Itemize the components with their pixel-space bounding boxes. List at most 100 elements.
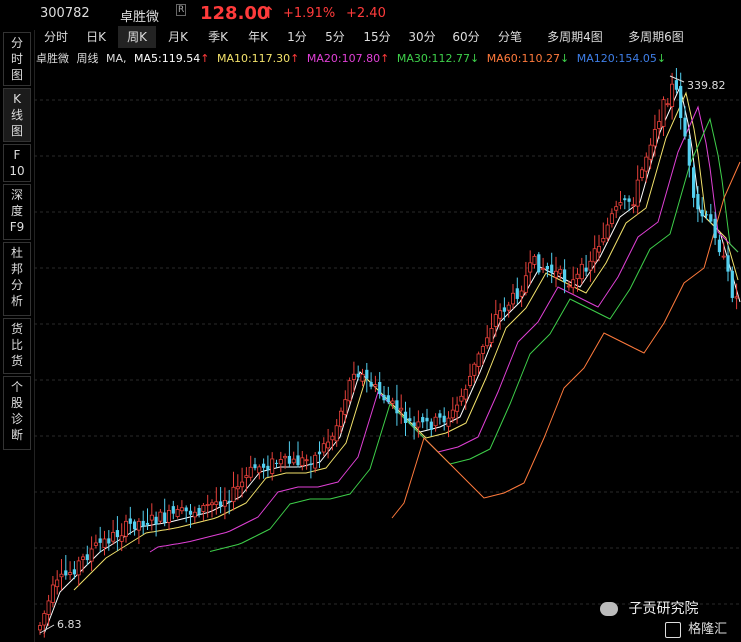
ma60-line xyxy=(391,161,741,519)
candle-body xyxy=(50,584,55,603)
candle-body xyxy=(563,269,567,282)
tab-quarterly-k[interactable]: 季K xyxy=(200,26,236,48)
ma5-up-arrow-icon: ↑ xyxy=(200,52,210,65)
candle-body xyxy=(692,167,696,198)
tab-60min[interactable]: 60分 xyxy=(446,26,486,48)
candle-body xyxy=(291,458,296,464)
sidebar-item-f9[interactable]: 深 度 F9 xyxy=(3,184,31,240)
candle-body xyxy=(192,511,197,518)
candle-body xyxy=(119,535,124,542)
candle-body xyxy=(321,443,326,453)
candle-body xyxy=(498,310,503,319)
candle-body xyxy=(334,425,339,442)
candle-body xyxy=(648,144,653,160)
candle-body xyxy=(201,505,206,512)
tab-multi-4[interactable]: 多周期4图 xyxy=(538,26,612,48)
candle-body xyxy=(575,273,580,280)
sidebar-item-kline[interactable]: K 线 图 xyxy=(3,88,31,142)
candle-body xyxy=(489,328,494,343)
candle-body xyxy=(115,530,119,538)
candle-body xyxy=(412,422,416,427)
candle-body xyxy=(416,421,421,428)
candle-body xyxy=(537,254,541,273)
candle-body xyxy=(480,346,485,354)
tab-5min[interactable]: 5分 xyxy=(318,26,352,48)
candle-body xyxy=(485,337,490,347)
sidebar-item-f10[interactable]: F 10 xyxy=(3,144,31,182)
candle-body xyxy=(601,238,606,243)
candle-body xyxy=(635,179,640,207)
candle-body xyxy=(450,409,455,419)
change-percent: +1.91% xyxy=(283,6,336,21)
candle-body xyxy=(550,264,554,273)
tab-yearly-k[interactable]: 年K xyxy=(240,26,276,48)
candle-body xyxy=(640,169,645,178)
ma20-up-arrow-icon: ↑ xyxy=(380,52,390,65)
candle-body xyxy=(304,459,309,462)
candle-body xyxy=(317,451,322,455)
candle-body xyxy=(55,579,60,588)
tab-weekly-k[interactable]: 周K xyxy=(118,26,156,48)
candle-body xyxy=(734,296,739,299)
candle-body xyxy=(188,510,193,515)
sidebar-item-dupont[interactable]: 杜 邦 分 析 xyxy=(3,242,31,316)
candle-body xyxy=(408,418,412,422)
candle-body xyxy=(670,83,675,107)
candle-body xyxy=(704,214,709,216)
ma30-value: MA30:112.77 xyxy=(396,52,471,65)
ma10-up-arrow-icon: ↑ xyxy=(290,52,300,65)
tab-intraday[interactable]: 分时 xyxy=(38,26,74,48)
tab-tick[interactable]: 分笔 xyxy=(490,26,530,48)
current-price: 128.00 xyxy=(200,3,270,24)
candle-body xyxy=(356,373,360,378)
tab-daily-k[interactable]: 日K xyxy=(78,26,114,48)
candle-body xyxy=(631,204,636,207)
candle-body xyxy=(502,307,506,312)
candle-body xyxy=(154,516,158,525)
candle-body xyxy=(59,573,64,578)
candle-body xyxy=(713,218,717,239)
candle-body xyxy=(674,80,678,90)
candle-body xyxy=(438,413,442,418)
candle-body xyxy=(171,506,175,514)
candle-body xyxy=(38,625,43,631)
tab-30min[interactable]: 30分 xyxy=(402,26,442,48)
candle-body xyxy=(605,224,610,239)
candle-body xyxy=(515,288,519,299)
tab-monthly-k[interactable]: 月K xyxy=(160,26,196,48)
candle-body xyxy=(472,363,477,376)
sidebar-item-diagnosis[interactable]: 个 股 诊 断 xyxy=(3,376,31,450)
candle-body xyxy=(278,459,283,465)
ma60-down-arrow-icon: ↓ xyxy=(559,52,570,65)
sidebar-item-compare[interactable]: 货 比 货 xyxy=(3,318,31,374)
candle-body xyxy=(467,375,472,386)
candle-body xyxy=(133,521,137,530)
candle-body xyxy=(541,268,546,271)
candle-body xyxy=(179,507,184,512)
kline-chart[interactable]: 339.82 6.83 xyxy=(34,68,741,642)
sidebar-item-intraday[interactable]: 分 时 图 xyxy=(3,32,31,86)
candle-body xyxy=(399,407,404,411)
watermark-logo-text: 格隆汇 xyxy=(688,622,728,637)
ma5-value: MA5:119.54 xyxy=(134,52,201,65)
candle-body xyxy=(175,509,180,517)
candle-body xyxy=(579,263,584,280)
candle-body xyxy=(42,613,47,626)
candle-body xyxy=(627,198,631,202)
candle-body xyxy=(463,388,468,400)
tab-multi-6[interactable]: 多周期6图 xyxy=(618,26,694,48)
candle-body xyxy=(85,554,89,561)
candle-body xyxy=(227,500,231,503)
candle-body xyxy=(300,457,305,466)
candle-body xyxy=(68,572,73,576)
candle-body xyxy=(64,570,68,576)
candle-body xyxy=(158,511,163,522)
logo-g-icon xyxy=(665,621,681,638)
tab-1min[interactable]: 1分 xyxy=(280,26,314,48)
candle-body xyxy=(248,466,253,478)
candle-body xyxy=(554,270,559,278)
candle-body xyxy=(46,600,51,615)
tab-15min[interactable]: 15分 xyxy=(356,26,398,48)
candle-body xyxy=(571,279,576,289)
candle-body xyxy=(700,209,704,217)
